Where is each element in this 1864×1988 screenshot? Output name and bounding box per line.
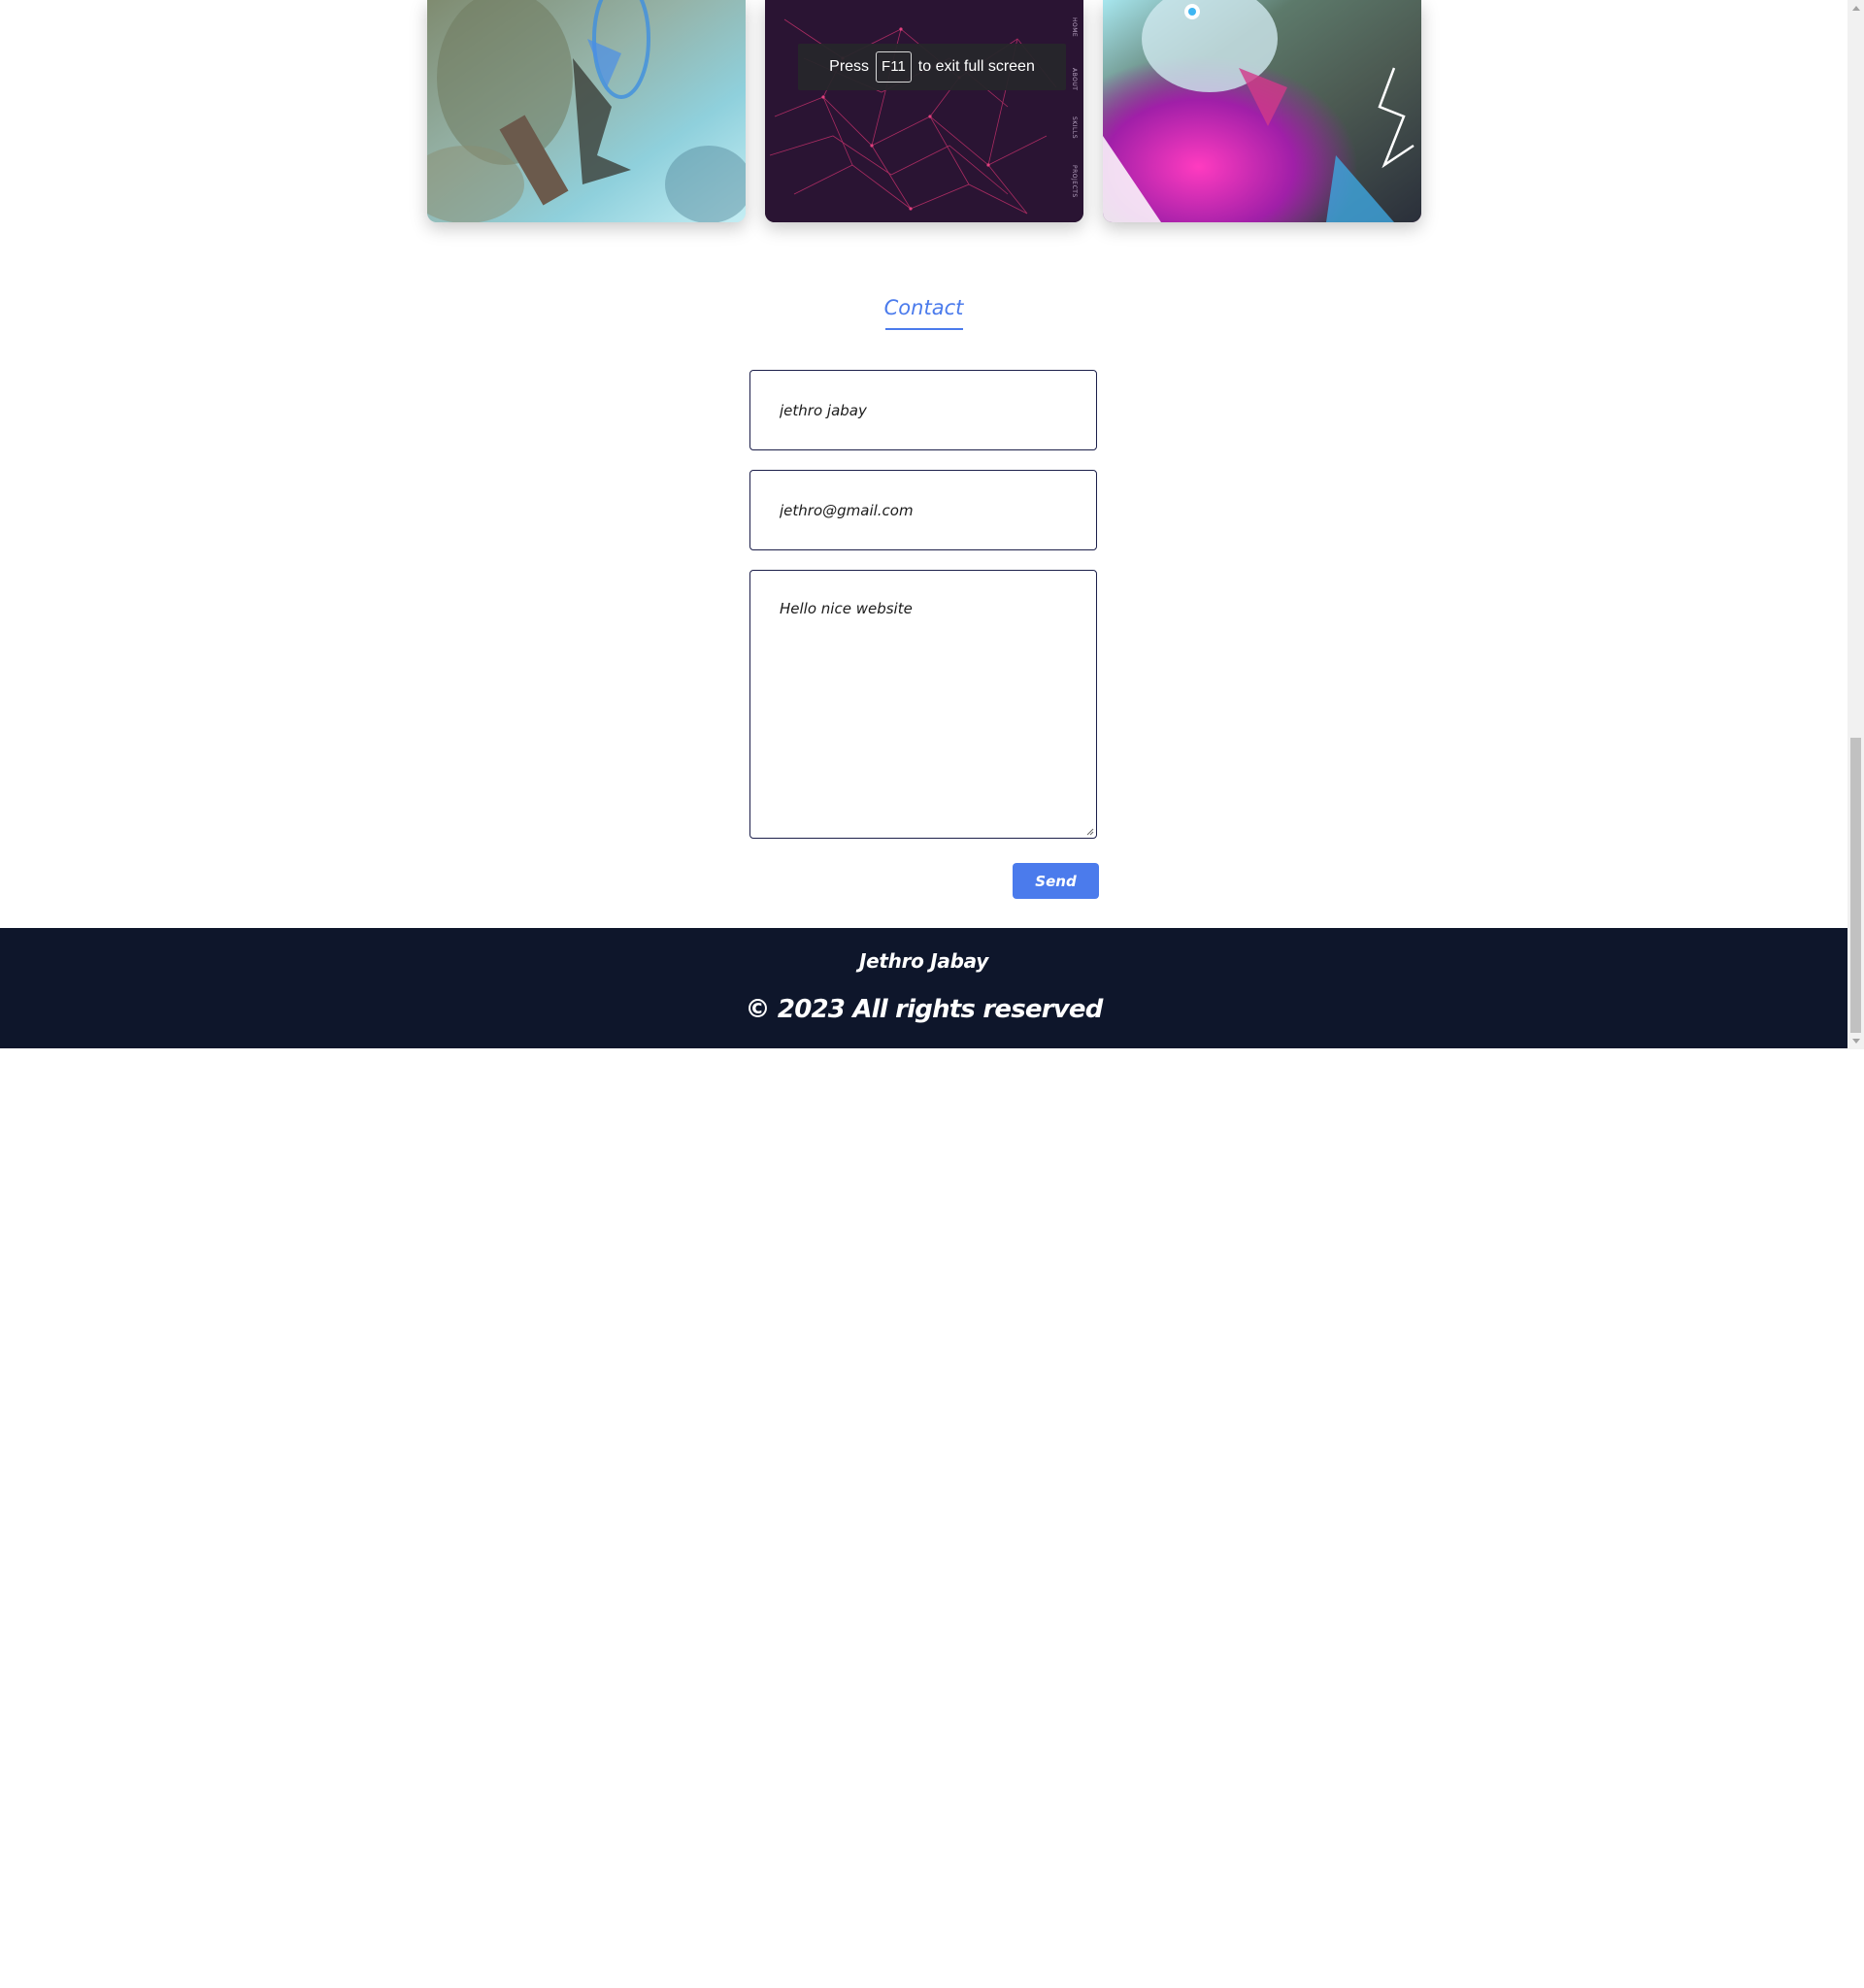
side-nav-item: PROJECTS: [1071, 165, 1078, 198]
project-card[interactable]: [427, 0, 746, 222]
send-button[interactable]: Send: [1013, 863, 1099, 899]
f11-key-badge: F11: [876, 51, 912, 83]
contact-title-underline: [885, 328, 963, 330]
page: HOME ABOUT SKILLS PROJECTS Press F11 to …: [0, 0, 1864, 1988]
fullscreen-exit-hint: Press F11 to exit full screen: [798, 44, 1066, 90]
projects-grid: HOME ABOUT SKILLS PROJECTS: [427, 0, 1421, 222]
project-thumbnail-image: [427, 0, 746, 222]
page-content: HOME ABOUT SKILLS PROJECTS Press F11 to …: [0, 0, 1847, 1049]
project-thumbnail-image: [1103, 0, 1421, 222]
side-nav-item: HOME: [1071, 17, 1078, 38]
scrollbar-thumb[interactable]: [1850, 738, 1861, 1033]
side-nav-item: SKILLS: [1071, 116, 1078, 140]
message-field[interactable]: Hello nice website: [749, 570, 1097, 839]
footer: Jethro Jabay © 2023 All rights reserved: [0, 928, 1847, 1048]
resize-grip-icon[interactable]: [1084, 826, 1094, 836]
fullscreen-hint-prefix: Press: [829, 58, 870, 75]
browser-viewport: HOME ABOUT SKILLS PROJECTS Press F11 to …: [0, 0, 1864, 1049]
footer-copyright: © 2023 All rights reserved: [745, 995, 1103, 1024]
project-card[interactable]: HOME ABOUT SKILLS PROJECTS: [765, 0, 1083, 222]
project-thumbnail-image: [765, 0, 1083, 222]
name-field[interactable]: [749, 370, 1097, 450]
scroll-down-arrow-icon[interactable]: [1847, 1033, 1864, 1049]
scroll-up-arrow-icon[interactable]: [1847, 0, 1864, 17]
side-nav-item: ABOUT: [1071, 68, 1078, 91]
vertical-scrollbar[interactable]: [1847, 0, 1864, 1049]
footer-name: Jethro Jabay: [859, 949, 988, 973]
project-card[interactable]: [1103, 0, 1421, 222]
contact-section-title: Contact: [883, 296, 964, 319]
email-field[interactable]: [749, 470, 1097, 550]
fullscreen-hint-suffix: to exit full screen: [917, 58, 1035, 75]
